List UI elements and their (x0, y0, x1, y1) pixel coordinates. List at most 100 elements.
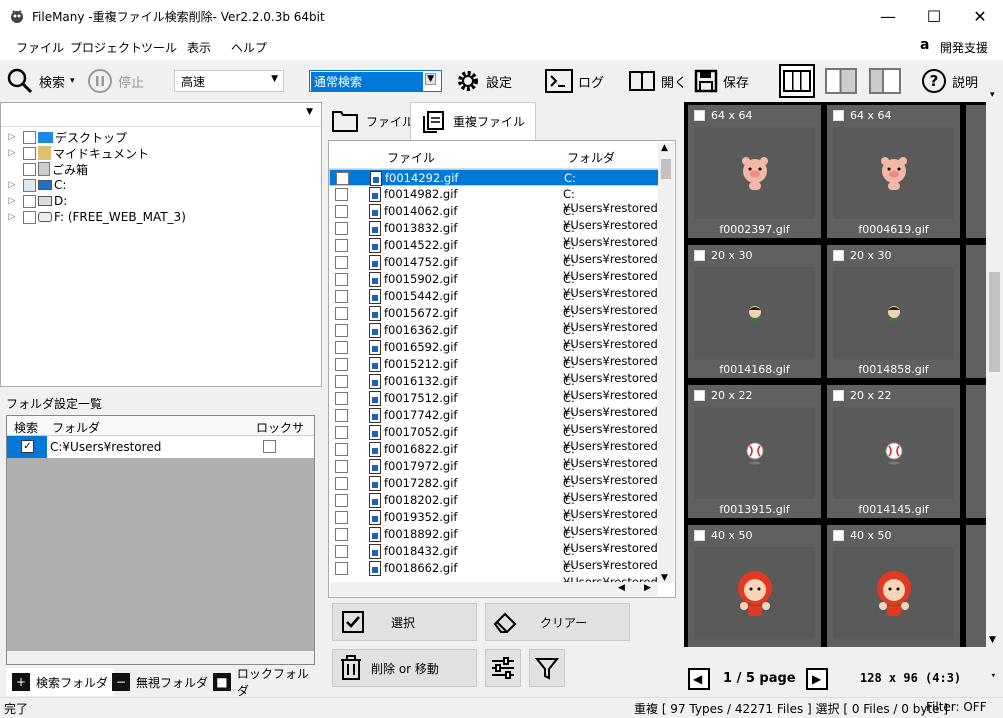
preview-tile[interactable]: 40 x 50 (827, 525, 960, 647)
file-row[interactable]: f0014982.gif C:¥Users¥restored (329, 186, 659, 215)
tree-dropdown[interactable]: ▼ (1, 103, 321, 127)
file-row[interactable]: f0013832.gif C:¥Users¥restored (329, 220, 659, 249)
row-checkbox[interactable] (335, 307, 348, 320)
layout-alt-button[interactable] (869, 60, 901, 102)
file-row[interactable]: f0015672.gif C:¥Users¥restored (329, 305, 659, 334)
search-mode-select[interactable]: 通常検索 ▼ (309, 70, 442, 92)
menu-project[interactable]: プロジェクト (70, 39, 142, 56)
chevron-down-icon[interactable]: ▼ (661, 573, 668, 583)
preview-tile[interactable]: 20 x 22 f0014145.gif (827, 385, 960, 518)
tree-item-f-drive[interactable]: ▷ F: (FREE_WEB_MAT_3) (1, 209, 186, 225)
row-checkbox[interactable] (335, 256, 348, 269)
file-row[interactable]: f0016822.gif C:¥Users¥restored (329, 441, 659, 470)
file-row[interactable]: f0014522.gif C:¥Users¥restored (329, 237, 659, 266)
scroll-thumb[interactable] (989, 272, 1000, 372)
row-checkbox[interactable] (335, 392, 348, 405)
folder-table-hscroll[interactable] (7, 651, 314, 664)
preview-tile[interactable]: 20 x 30 f0014858.gif (827, 245, 960, 378)
row-checkbox[interactable] (335, 375, 348, 388)
file-row[interactable]: f0019352.gif C:¥Users¥restored (329, 509, 659, 538)
row-checkbox[interactable] (335, 443, 348, 456)
save-button[interactable]: 保存 (694, 60, 749, 102)
preview-vscroll[interactable]: ▼ (986, 102, 1003, 647)
file-row[interactable]: f0014292.gif C:¥Users¥restored (329, 169, 659, 199)
row-checkbox[interactable] (335, 222, 348, 235)
tab-search-folders[interactable]: + 検索フォルダ (6, 668, 115, 696)
close-button[interactable]: ✕ (957, 0, 1003, 32)
file-row[interactable]: f0018432.gif C:¥Users¥restored (329, 543, 659, 572)
select-button[interactable]: 選択 (332, 603, 477, 641)
file-row[interactable]: f0017282.gif C:¥Users¥restored (329, 475, 659, 504)
row-checkbox[interactable] (335, 494, 348, 507)
prev-page-button[interactable]: ◀ (688, 668, 710, 690)
chevron-down-icon[interactable]: ▼ (989, 635, 996, 645)
row-checkbox[interactable] (335, 188, 348, 201)
thumb-size-select[interactable]: 128 x 96 (4:3) ▾ (854, 668, 1000, 690)
layout-2col-button[interactable] (825, 60, 857, 102)
chevron-left-icon[interactable]: ◀ (618, 583, 625, 593)
row-checkbox[interactable] (335, 290, 348, 303)
file-list-hscroll[interactable]: ◀ ▶ (330, 582, 658, 596)
maximize-button[interactable]: ☐ (911, 0, 957, 32)
filter-settings-button[interactable] (485, 649, 521, 687)
minimize-button[interactable]: — (865, 0, 911, 32)
file-row[interactable]: f0015902.gif C:¥Users¥restored (329, 271, 659, 300)
file-row[interactable]: f0017742.gif C:¥Users¥restored (329, 407, 659, 436)
tile-checkbox[interactable] (833, 110, 844, 121)
layout-3col-button[interactable] (779, 60, 815, 102)
delete-move-button[interactable]: 削除 or 移動 (332, 649, 477, 687)
tree-item-d-drive[interactable]: ▷ D: (1, 193, 68, 209)
row-checkbox[interactable] (335, 358, 348, 371)
col-folder[interactable]: フォルダ (567, 149, 615, 166)
preview-tile[interactable]: 64 x 64 f0004619.gif (827, 105, 960, 238)
menu-tools[interactable]: ツール (141, 39, 177, 56)
preview-tile[interactable]: 20 x 30 f0014168.gif (688, 245, 821, 378)
clear-button[interactable]: クリアー (485, 603, 630, 641)
file-row[interactable]: f0017052.gif C:¥Users¥restored (329, 424, 659, 453)
tab-files[interactable]: ファイル (332, 102, 414, 140)
preview-tile[interactable]: 64 x 64 f0002397.gif (688, 105, 821, 238)
menu-help[interactable]: ヘルプ (231, 39, 267, 56)
search-checkbox[interactable]: ✓ (21, 440, 34, 453)
preview-tile[interactable]: 20 x 22 f0013915.gif (688, 385, 821, 518)
open-button[interactable]: 開く (628, 60, 687, 102)
support-link[interactable]: 開発支援 (940, 39, 988, 56)
row-checkbox[interactable] (335, 324, 348, 337)
log-button[interactable]: ログ (545, 60, 604, 102)
next-page-button[interactable]: ▶ (806, 668, 828, 690)
chevron-up-icon[interactable]: ▲ (661, 143, 668, 153)
file-row[interactable]: f0017512.gif C:¥Users¥restored (329, 390, 659, 419)
row-checkbox[interactable] (335, 409, 348, 422)
tile-checkbox[interactable] (833, 250, 844, 261)
chevron-right-icon[interactable]: ▶ (644, 583, 651, 593)
preview-tile-partial[interactable] (966, 385, 986, 518)
row-checkbox[interactable] (335, 545, 348, 558)
folder-row[interactable]: ✓ C:¥Users¥restored (7, 436, 314, 458)
tab-lock-folders[interactable]: ■ ロックフォルダ (213, 667, 320, 698)
stop-button[interactable]: 停止 (87, 60, 144, 102)
tile-checkbox[interactable] (694, 530, 705, 541)
row-checkbox[interactable] (335, 341, 348, 354)
row-checkbox[interactable] (335, 511, 348, 524)
file-row[interactable]: f0016132.gif C:¥Users¥restored (329, 373, 659, 402)
col-search[interactable]: 検索 (14, 419, 38, 436)
scroll-thumb[interactable] (661, 159, 671, 179)
file-list-vscroll[interactable]: ▲ ▼ (658, 143, 674, 583)
file-row[interactable]: f0017972.gif C:¥Users¥restored (329, 458, 659, 487)
tree-item-recycle[interactable]: ごみ箱 (1, 161, 88, 177)
col-lock[interactable]: ロック (256, 419, 292, 436)
row-checkbox[interactable] (335, 239, 348, 252)
settings-button[interactable]: 設定 (455, 60, 512, 102)
tile-checkbox[interactable] (694, 390, 705, 401)
preview-tile[interactable]: 40 x 50 (688, 525, 821, 647)
tree-item-mydocs[interactable]: ▷ マイドキュメント (1, 145, 149, 161)
row-checkbox[interactable] (335, 273, 348, 286)
filter-button[interactable] (529, 649, 565, 687)
search-button[interactable]: 検索 ▾ (6, 60, 75, 102)
file-row[interactable]: f0016592.gif C:¥Users¥restored (329, 339, 659, 368)
col-folder[interactable]: フォルダ (52, 419, 100, 436)
file-row[interactable]: f0018892.gif C:¥Users¥restored (329, 526, 659, 555)
col-file[interactable]: ファイル (387, 149, 435, 166)
lock-checkbox[interactable] (263, 440, 276, 453)
tile-checkbox[interactable] (833, 530, 844, 541)
